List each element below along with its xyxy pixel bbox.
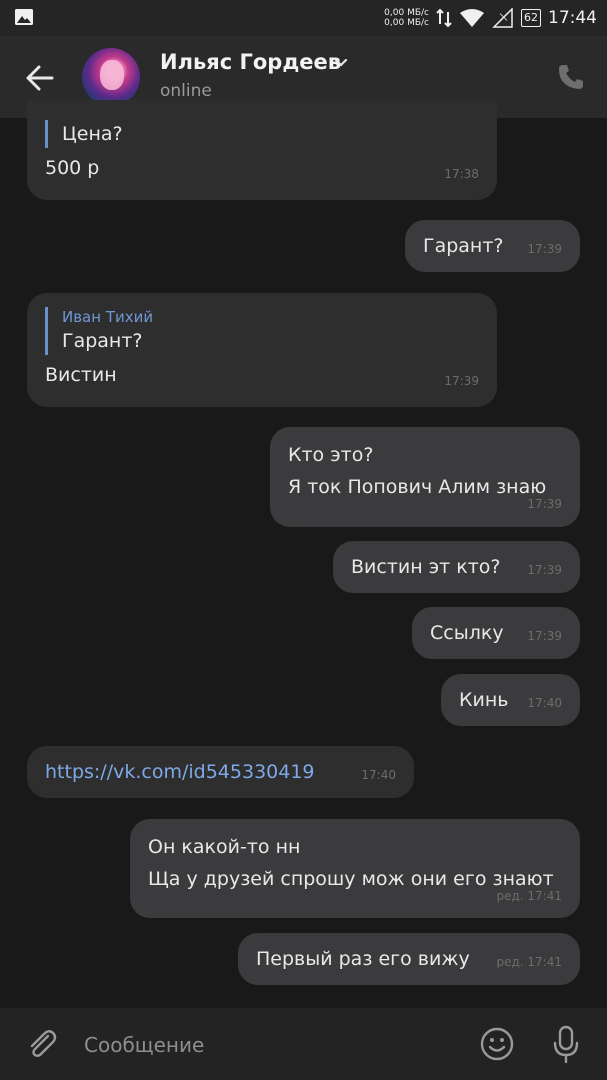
message-time: 17:38: [444, 167, 479, 181]
avatar[interactable]: [82, 48, 140, 106]
message-text-line: Я ток Попович Алим знаю: [288, 476, 547, 498]
message-bubble-outgoing[interactable]: Гарант? 17:39: [405, 220, 580, 272]
emoji-icon[interactable]: [479, 1026, 515, 1062]
paperclip-icon[interactable]: [24, 1026, 60, 1062]
signal-icon: [492, 8, 513, 28]
reply-text: Гарант?: [62, 330, 143, 352]
message-bubble-outgoing[interactable]: Кинь 17:40: [441, 674, 580, 726]
message-bubble-outgoing[interactable]: Кто это? Я ток Попович Алим знаю 17:39: [270, 427, 580, 527]
back-arrow-icon[interactable]: [22, 60, 58, 96]
data-arrows-icon: [436, 8, 452, 28]
message-bubble-incoming[interactable]: Цена? 500 р 17:38: [27, 100, 497, 200]
chevron-down-icon[interactable]: [334, 58, 348, 68]
message-bubble-outgoing[interactable]: Первый раз его вижу ред. 17:41: [238, 933, 580, 985]
message-composer: [0, 1008, 607, 1080]
status-time: 17:44: [548, 8, 597, 28]
profile-link[interactable]: https://vk.com/id545330419: [45, 761, 315, 783]
message-bubble-outgoing[interactable]: Вистин эт кто? 17:39: [333, 541, 580, 593]
contact-status: online: [160, 81, 212, 101]
battery-icon: 62: [521, 9, 541, 27]
reply-quote[interactable]: Иван Тихий Гарант?: [45, 307, 479, 355]
message-input[interactable]: [84, 1028, 464, 1062]
status-bar: 0,00 МБ/с 0,00 МБ/с 62 17:44: [0, 0, 607, 36]
message-time: 17:39: [527, 497, 562, 511]
message-bubble-outgoing[interactable]: Он какой-то нн Ща у друзей спрошу мож он…: [130, 819, 580, 918]
wifi-icon: [460, 9, 484, 27]
message-text: Вистин: [45, 364, 117, 386]
reply-quote[interactable]: Цена?: [45, 120, 479, 148]
reply-author: Иван Тихий: [62, 308, 154, 326]
message-text-line: Кто это?: [288, 444, 374, 466]
microphone-icon[interactable]: [548, 1024, 584, 1064]
phone-icon[interactable]: [556, 62, 586, 92]
message-text: 500 р: [45, 157, 100, 179]
network-speed: 0,00 МБ/с 0,00 МБ/с: [384, 8, 429, 28]
message-time: 17:39: [444, 374, 479, 388]
message-time: 17:40: [527, 696, 562, 710]
message-text-line: Он какой-то нн: [148, 836, 301, 858]
message-bubble-incoming[interactable]: Иван Тихий Гарант? Вистин 17:39: [27, 293, 497, 407]
message-time: 17:40: [361, 768, 396, 782]
message-bubble-incoming[interactable]: https://vk.com/id545330419 17:40: [27, 746, 414, 798]
message-time: 17:39: [527, 629, 562, 643]
contact-name[interactable]: Ильяс Гордеев: [160, 50, 341, 74]
message-time: 17:39: [527, 242, 562, 256]
message-time: 17:39: [527, 563, 562, 577]
message-time: ред. 17:41: [496, 955, 562, 969]
gallery-icon: [15, 9, 33, 25]
message-bubble-outgoing[interactable]: Ссылку 17:39: [412, 607, 580, 659]
message-time: ред. 17:41: [496, 889, 562, 903]
